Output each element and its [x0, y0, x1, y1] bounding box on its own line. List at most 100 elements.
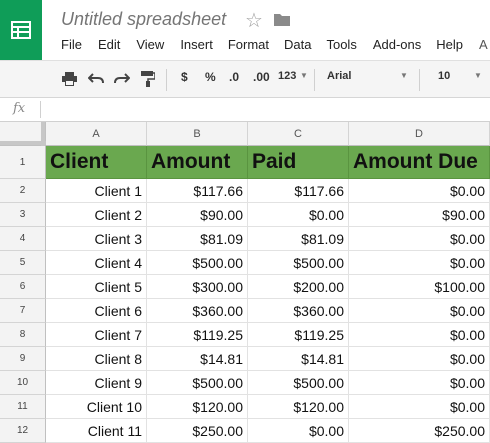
paint-format-icon[interactable]	[141, 71, 155, 87]
cell-amount[interactable]: $14.81	[147, 347, 248, 371]
more-formats-button[interactable]: 123	[278, 70, 296, 82]
header-cell-amount-due[interactable]: Amount Due	[349, 146, 490, 179]
star-icon[interactable]: ☆	[245, 8, 263, 33]
row-header[interactable]: 10	[0, 371, 46, 395]
menu-file[interactable]: File	[61, 37, 82, 52]
sheets-logo[interactable]	[0, 0, 42, 60]
cell-amount-due[interactable]: $0.00	[349, 347, 490, 371]
fx-icon: fx	[13, 101, 26, 116]
cell-amount-due[interactable]: $0.00	[349, 371, 490, 395]
print-icon[interactable]	[62, 72, 77, 86]
cell-amount-due[interactable]: $90.00	[349, 203, 490, 227]
column-header-d[interactable]: D	[349, 122, 490, 146]
toolbar-separator	[166, 69, 167, 91]
decrease-decimals-button[interactable]: .0	[229, 70, 239, 84]
row-header[interactable]: 6	[0, 275, 46, 299]
cell-paid[interactable]: $119.25	[248, 323, 349, 347]
column-header-c[interactable]: C	[248, 122, 349, 146]
menu-format[interactable]: Format	[228, 37, 269, 52]
cell-amount[interactable]: $250.00	[147, 419, 248, 443]
cell-client[interactable]: Client 3	[46, 227, 147, 251]
cell-paid[interactable]: $14.81	[248, 347, 349, 371]
font-family-caret-icon: ▼	[400, 71, 408, 80]
row-header[interactable]: 2	[0, 179, 46, 203]
cell-paid[interactable]: $120.00	[248, 395, 349, 419]
header-cell-paid[interactable]: Paid	[248, 146, 349, 179]
cell-amount-due[interactable]: $0.00	[349, 227, 490, 251]
row-header[interactable]: 8	[0, 323, 46, 347]
cell-amount-due[interactable]: $0.00	[349, 299, 490, 323]
cell-client[interactable]: Client 4	[46, 251, 147, 275]
cell-client[interactable]: Client 8	[46, 347, 147, 371]
cell-amount[interactable]: $500.00	[147, 371, 248, 395]
cell-paid[interactable]: $81.09	[248, 227, 349, 251]
header-cell-client[interactable]: Client	[46, 146, 147, 179]
menu-edit[interactable]: Edit	[98, 37, 120, 52]
cell-paid[interactable]: $500.00	[248, 251, 349, 275]
folder-icon[interactable]	[273, 12, 291, 32]
cell-paid[interactable]: $360.00	[248, 299, 349, 323]
cell-amount[interactable]: $300.00	[147, 275, 248, 299]
cell-paid[interactable]: $0.00	[248, 419, 349, 443]
font-family-select[interactable]: Arial	[327, 70, 351, 82]
row-header[interactable]: 9	[0, 347, 46, 371]
cell-amount-due[interactable]: $0.00	[349, 251, 490, 275]
row-header[interactable]: 12	[0, 419, 46, 443]
menu-view[interactable]: View	[136, 37, 164, 52]
formula-input[interactable]	[46, 98, 490, 121]
cell-amount[interactable]: $120.00	[147, 395, 248, 419]
row-header[interactable]: 5	[0, 251, 46, 275]
cell-amount[interactable]: $119.25	[147, 323, 248, 347]
font-size-select[interactable]: 10	[438, 70, 450, 82]
menu-add-ons[interactable]: Add-ons	[373, 37, 421, 52]
row-header[interactable]: 1	[0, 146, 46, 179]
cell-amount[interactable]: $360.00	[147, 299, 248, 323]
column-header-a[interactable]: A	[46, 122, 147, 146]
row-header[interactable]: 4	[0, 227, 46, 251]
formula-bar: fx	[0, 98, 490, 122]
select-all-corner[interactable]	[0, 122, 46, 146]
cell-client[interactable]: Client 5	[46, 275, 147, 299]
cell-client[interactable]: Client 1	[46, 179, 147, 203]
cell-client[interactable]: Client 7	[46, 323, 147, 347]
cell-paid[interactable]: $500.00	[248, 371, 349, 395]
menu-tools[interactable]: Tools	[326, 37, 356, 52]
cell-client[interactable]: Client 11	[46, 419, 147, 443]
toolbar: $ % .0 .00 123 ▼ Arial ▼ 10 ▼	[0, 60, 490, 98]
percent-format-button[interactable]: %	[205, 70, 216, 84]
menu-help[interactable]: Help	[436, 37, 463, 52]
cell-amount[interactable]: $90.00	[147, 203, 248, 227]
cell-client[interactable]: Client 6	[46, 299, 147, 323]
menu-insert[interactable]: Insert	[180, 37, 213, 52]
cell-amount[interactable]: $81.09	[147, 227, 248, 251]
row-header[interactable]: 11	[0, 395, 46, 419]
row-header[interactable]: 3	[0, 203, 46, 227]
redo-icon[interactable]	[114, 73, 130, 84]
cell-amount-due[interactable]: $0.00	[349, 179, 490, 203]
cell-paid[interactable]: $117.66	[248, 179, 349, 203]
increase-decimals-button[interactable]: .00	[253, 70, 270, 84]
row-header[interactable]: 7	[0, 299, 46, 323]
menu-accessibility[interactable]: A	[479, 37, 488, 52]
column-header-b[interactable]: B	[147, 122, 248, 146]
currency-format-button[interactable]: $	[181, 70, 188, 84]
cell-paid[interactable]: $0.00	[248, 203, 349, 227]
cell-client[interactable]: Client 9	[46, 371, 147, 395]
cell-amount-due[interactable]: $0.00	[349, 323, 490, 347]
cell-paid[interactable]: $200.00	[248, 275, 349, 299]
toolbar-separator	[314, 69, 315, 91]
cell-amount[interactable]: $500.00	[147, 251, 248, 275]
cell-amount-due[interactable]: $100.00	[349, 275, 490, 299]
formula-bar-divider	[40, 101, 41, 118]
cell-amount[interactable]: $117.66	[147, 179, 248, 203]
cell-client[interactable]: Client 10	[46, 395, 147, 419]
cell-client[interactable]: Client 2	[46, 203, 147, 227]
font-size-caret-icon: ▼	[474, 71, 482, 80]
menu-data[interactable]: Data	[284, 37, 311, 52]
toolbar-separator	[419, 69, 420, 91]
cell-amount-due[interactable]: $250.00	[349, 419, 490, 443]
document-title[interactable]: Untitled spreadsheet	[61, 9, 226, 30]
undo-icon[interactable]	[88, 73, 104, 84]
header-cell-amount[interactable]: Amount	[147, 146, 248, 179]
cell-amount-due[interactable]: $0.00	[349, 395, 490, 419]
